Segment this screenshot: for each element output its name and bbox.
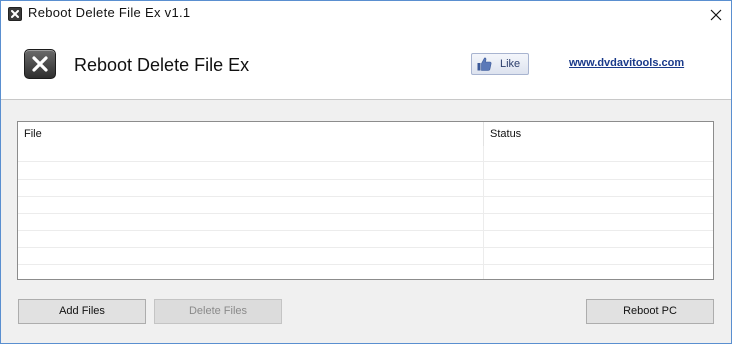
app-window: Reboot Delete File Ex v1.1 Reboot Delete…: [0, 0, 732, 344]
like-button[interactable]: Like: [471, 53, 529, 75]
app-header: Reboot Delete File Ex Like www.dvdavitoo…: [1, 29, 731, 100]
close-icon: [710, 9, 722, 21]
column-divider: [483, 146, 484, 279]
table-row: [18, 180, 713, 197]
title-bar[interactable]: Reboot Delete File Ex v1.1: [1, 1, 731, 29]
column-header-file[interactable]: File: [18, 122, 484, 146]
main-panel: File Status Add Files Delete Files Reboo…: [1, 100, 731, 343]
website-link[interactable]: www.dvdavitools.com: [569, 57, 684, 69]
window-title: Reboot Delete File Ex v1.1: [28, 5, 191, 20]
thumbs-up-icon: [477, 57, 492, 71]
table-row: [18, 231, 713, 248]
delete-x-icon: [32, 56, 48, 72]
app-name: Reboot Delete File Ex: [74, 55, 250, 75]
table-row: [18, 265, 713, 279]
app-title-icon: [8, 7, 22, 21]
table-row: [18, 248, 713, 265]
delete-files-button[interactable]: Delete Files: [154, 299, 282, 324]
add-files-button[interactable]: Add Files: [18, 299, 146, 324]
close-button[interactable]: [701, 1, 731, 29]
like-label: Like: [500, 58, 521, 70]
table-row: [18, 214, 713, 231]
table-row: [18, 197, 713, 214]
delete-x-icon: [11, 10, 19, 18]
app-logo: [24, 49, 56, 79]
table-row: [18, 163, 713, 180]
column-header-status[interactable]: Status: [484, 122, 713, 146]
file-list-table[interactable]: File Status: [17, 121, 714, 280]
table-row: [18, 146, 713, 162]
reboot-pc-button[interactable]: Reboot PC: [586, 299, 714, 324]
